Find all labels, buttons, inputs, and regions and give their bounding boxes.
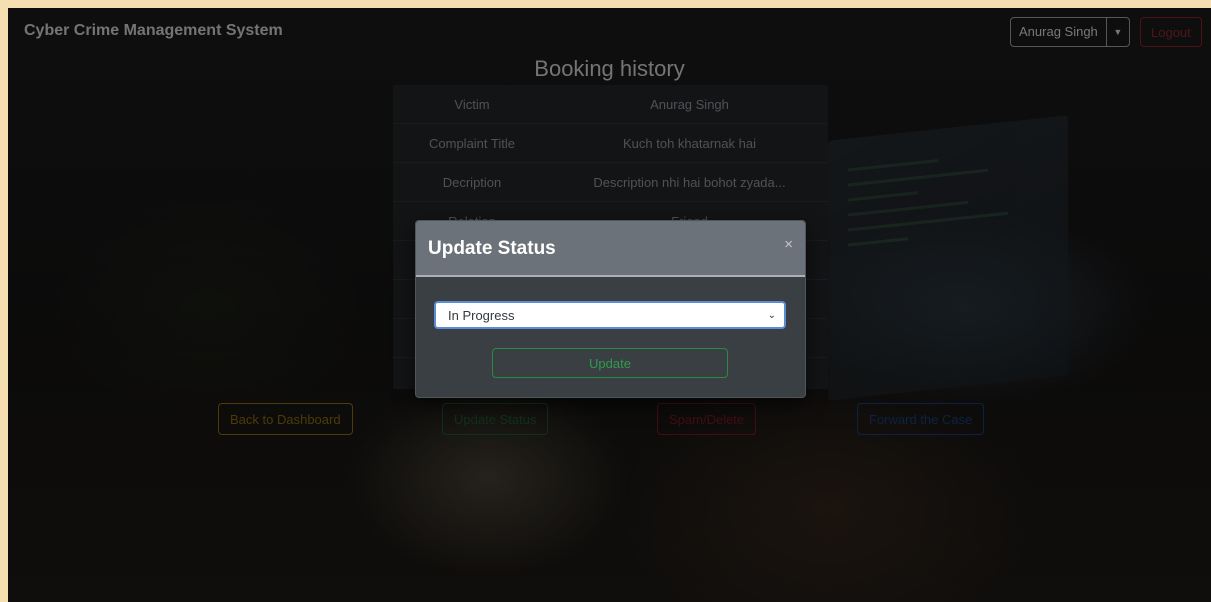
chevron-down-icon: ⌄ (767, 309, 776, 321)
status-select-value: In Progress (448, 307, 515, 323)
modal-title: Update Status (428, 238, 556, 259)
update-button[interactable]: Update (492, 348, 728, 378)
close-icon[interactable]: × (784, 236, 793, 253)
update-status-modal: Update Status × In Progress ⌄ Update (415, 220, 806, 398)
modal-header: Update Status × (416, 221, 805, 277)
status-select[interactable]: In Progress ⌄ (434, 301, 786, 329)
page-background: Cyber Crime Management System Anurag Sin… (8, 8, 1211, 602)
